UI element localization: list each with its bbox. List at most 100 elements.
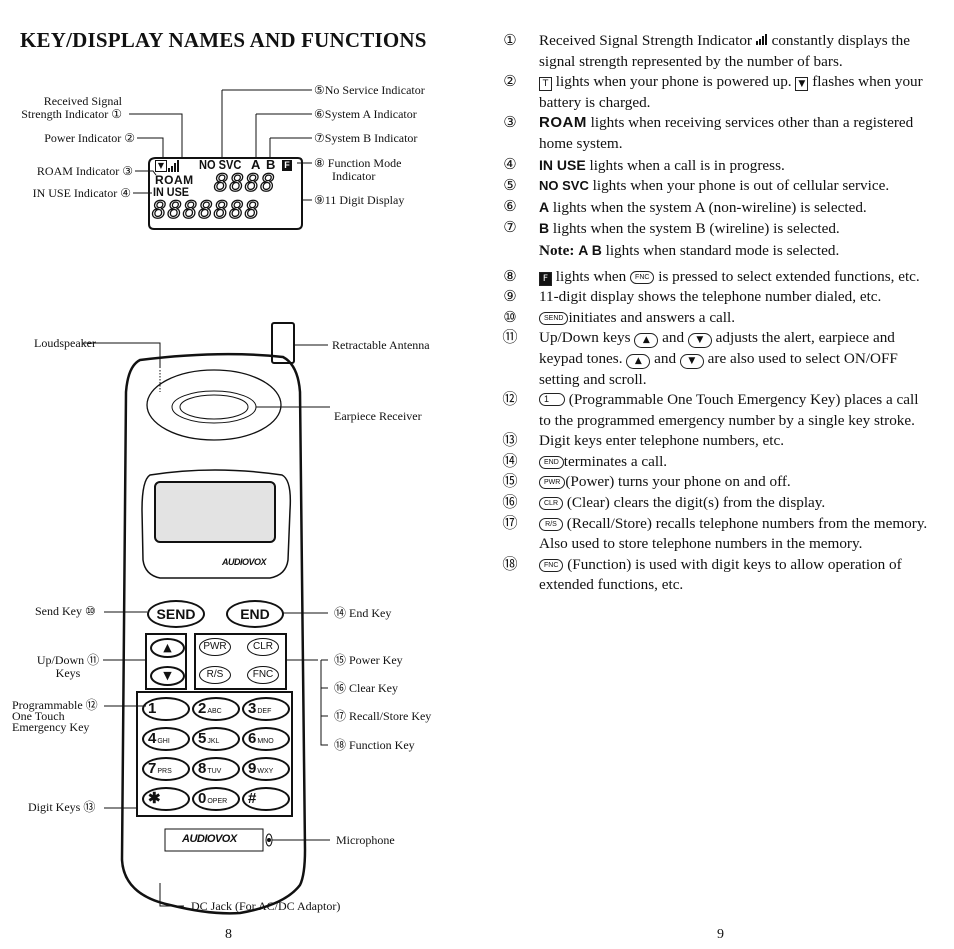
page-number-left: 8: [225, 927, 232, 942]
label-system-a: ⑥System A Indicator: [314, 107, 417, 121]
digit-key-letters: JKL: [207, 738, 220, 745]
label-recall-store-key: ⑰ Recall/Store Key: [334, 709, 432, 723]
digit-key[interactable]: 3DEF: [242, 697, 290, 721]
down-key-icon: ▼: [679, 353, 704, 369]
clr-key-icon: CLR: [539, 497, 564, 511]
rs-key-icon: R/S: [539, 517, 563, 531]
label-system-b: ⑦System B Indicator: [314, 131, 418, 145]
desc-recall-store-key: ⑰ R/S (Recall/Store) recalls telephone n…: [502, 514, 928, 553]
fnc-key[interactable]: FNC: [247, 666, 279, 684]
digit-key[interactable]: ✱: [142, 787, 190, 811]
digit-key-letters: OPER: [207, 798, 228, 805]
desc-power-indicator: ② T lights when your phone is powered up…: [503, 73, 923, 111]
digit-key-number: 0: [198, 790, 207, 807]
brand-logo-top: AUDIOVOX: [222, 557, 267, 567]
fnc-key-icon: FNC: [539, 558, 564, 572]
label-signal-strength: Received Signal Strength Indicator ①: [21, 94, 122, 121]
fnc-key-icon: FNC: [630, 270, 655, 284]
page-number-right: 9: [717, 927, 724, 942]
desc-no-svc: ⑤ NO SVC lights when your phone is out o…: [503, 177, 890, 195]
digit-key-number: 1: [148, 700, 157, 717]
digit-key-number: 2: [198, 700, 207, 717]
label-dc-jack: DC Jack (For AC/DC Adaptor): [191, 899, 341, 913]
label-function-mode: ⑧ Function Mode Indicator: [314, 156, 402, 183]
down-key-icon: ▼: [687, 333, 712, 349]
digit-key-letters: GHI: [157, 738, 170, 745]
digit-key[interactable]: 9WXY: [242, 757, 290, 781]
desc-function-key: ⑱ FNC (Function) is used with digit keys…: [502, 555, 902, 594]
label-earpiece: Earpiece Receiver: [334, 409, 422, 423]
desc-clear-key: ⑯ CLR (Clear) clears the digit(s) from t…: [502, 494, 826, 512]
label-loudspeaker: Loudspeaker: [34, 336, 96, 350]
down-key[interactable]: ▼: [150, 666, 185, 686]
label-programmable-key: Programmable ⑫ One Touch Emergency Key: [12, 698, 98, 734]
label-in-use-indicator: IN USE Indicator ④: [32, 186, 131, 200]
send-key-icon: SEND: [539, 311, 569, 325]
label-power-key: ⑮ Power Key: [334, 653, 403, 667]
digit-key[interactable]: 5JKL: [192, 727, 240, 751]
label-function-key: ⑱ Function Key: [334, 738, 415, 752]
digit-key-number: 3: [248, 700, 257, 717]
desc-roam: ③ ROAM lights when receiving services ot…: [503, 114, 914, 152]
desc-send-key: ⑩ SEND initiates and answers a call.: [503, 308, 736, 326]
desc-in-use: ④ IN USE lights when a call is in progre…: [503, 155, 785, 174]
digit-key-number: 6: [248, 730, 257, 747]
label-up-down-keys: Up/Down ⑪ Keys: [36, 653, 100, 680]
desc-system-b: ⑦ B lights when the system B (wireline) …: [503, 219, 840, 238]
digit-key-letters: ABC: [207, 708, 222, 715]
brand-logo-bottom: AUDIOVOX: [182, 833, 237, 845]
lcd-func-icon: F: [282, 160, 292, 171]
rs-key[interactable]: R/S: [199, 666, 231, 684]
end-key[interactable]: END: [226, 600, 284, 628]
digit-key-letters: WXY: [257, 768, 274, 775]
note-standard-mode: Note: A B lights when standard mode is s…: [539, 241, 840, 259]
digit-key-letters: PRS: [157, 768, 172, 775]
lcd-top-digits: 8888: [213, 169, 276, 197]
signal-bars-icon: [755, 31, 768, 52]
phone-leader-lines: [82, 342, 330, 907]
pwr-key[interactable]: PWR: [199, 638, 231, 656]
desc-end-key: ⑭ END terminates a call.: [502, 452, 668, 470]
descriptions-column: ① Received Signal Strength Indicator con…: [497, 31, 933, 596]
function-mode-icon: F: [539, 271, 552, 286]
desc-digit-keys: ⑬ Digit keys enter telephone numbers, et…: [502, 432, 785, 450]
end-key-icon: END: [539, 455, 564, 469]
digit-keypad: 1 2ABC 3DEF 4GHI 5JKL 6MNO 7PRS 8TUV 9WXY ✱ 0OPER #: [142, 697, 290, 815]
up-key[interactable]: ▲: [150, 638, 185, 658]
label-roam-indicator: ROAM Indicator ③: [36, 164, 133, 178]
digit-key[interactable]: #: [242, 787, 290, 811]
up-key-icon: ▲: [626, 353, 651, 369]
digit-key-letters: DEF: [257, 708, 272, 715]
pwr-key-icon: PWR: [539, 476, 566, 490]
desc-11-digit-display: ⑨ 11-digit display shows the telephone n…: [503, 288, 882, 306]
digit-key[interactable]: 0OPER: [192, 787, 240, 811]
digit-key-number: 4: [148, 730, 157, 747]
desc-emergency-key: ⑫ 1 (Programmable One Touch Emergency Ke…: [502, 391, 919, 429]
digit-key[interactable]: 6MNO: [242, 727, 290, 751]
label-clear-key: ⑯ Clear Key: [334, 681, 398, 695]
lcd-bottom-digits: 8888888: [151, 195, 261, 224]
desc-system-a: ⑥ A lights when the system A (non-wireli…: [503, 197, 867, 216]
label-microphone: Microphone: [336, 833, 395, 847]
label-no-service: ⑤No Service Indicator: [314, 83, 425, 97]
clr-key[interactable]: CLR: [247, 638, 279, 656]
desc-power-key: ⑮ PWR (Power) turns your phone on and off…: [502, 473, 791, 491]
digit-key[interactable]: 4GHI: [142, 727, 190, 751]
digit-key-number: 7: [148, 760, 157, 777]
desc-up-down-keys: ⑪ Up/Down keys ▲ and ▼ adjusts the alert…: [502, 329, 898, 388]
digit-key-number: 8: [198, 760, 207, 777]
up-key-icon: ▲: [634, 333, 659, 349]
send-key[interactable]: SEND: [147, 600, 205, 628]
digit-key[interactable]: 2ABC: [192, 697, 240, 721]
digit-key-number: 5: [198, 730, 207, 747]
digit-key[interactable]: 7PRS: [142, 757, 190, 781]
desc-function-mode: ⑧ F lights when FNC is pressed to select…: [503, 267, 920, 286]
digit-key[interactable]: 1: [142, 697, 190, 721]
power-indicator-icon: ▼: [795, 77, 809, 92]
power-indicator-icon: T: [539, 77, 552, 92]
digit-key[interactable]: 8TUV: [192, 757, 240, 781]
label-power-indicator: Power Indicator ②: [44, 131, 135, 145]
digit-key-number: ✱: [148, 790, 161, 807]
label-end-key: ⑭ End Key: [334, 606, 392, 620]
desc-signal-strength: ① Received Signal Strength Indicator con…: [503, 31, 910, 70]
